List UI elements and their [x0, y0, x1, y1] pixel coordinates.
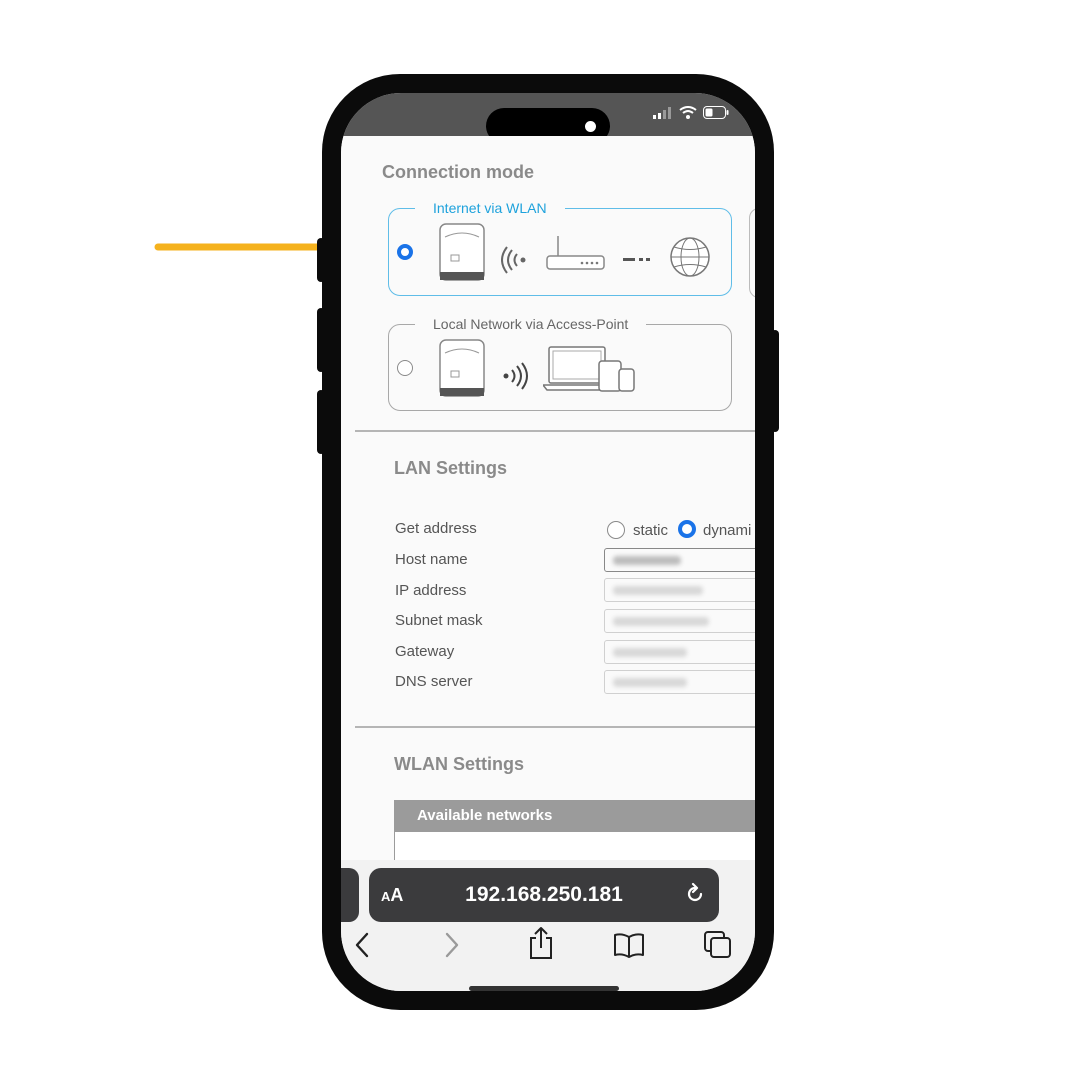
globe-icon [670, 237, 710, 277]
back-icon[interactable] [353, 932, 371, 958]
side-button-left-bottom [317, 390, 325, 454]
tabs-icon[interactable] [703, 930, 733, 960]
previous-tab-edge[interactable] [341, 868, 359, 922]
reload-icon[interactable] [683, 882, 707, 906]
camera-dot [585, 121, 596, 132]
subnet-mask-input[interactable] [604, 609, 755, 633]
divider-1 [355, 430, 755, 432]
dns-server-label: DNS server [395, 673, 473, 690]
cellular-signal-icon [653, 106, 671, 119]
host-name-input[interactable] [604, 548, 755, 572]
url-text: 192.168.250.181 [465, 883, 623, 906]
get-address-label: Get address [395, 520, 477, 537]
gateway-value-blurred [613, 648, 687, 657]
mode-option-access-point[interactable]: Local Network via Access-Point [388, 315, 732, 411]
wifi-status-icon [679, 106, 697, 119]
router-icon [546, 236, 605, 270]
mode-option-wlan-label: Internet via WLAN [415, 199, 565, 217]
forward-icon[interactable] [443, 932, 461, 958]
mode-option-wlan[interactable]: Internet via WLAN [388, 199, 732, 296]
wlan-settings-title: WLAN Settings [394, 754, 524, 774]
radio-static[interactable] [607, 521, 625, 539]
host-name-label: Host name [395, 551, 468, 568]
connection-mode-title: Connection mode [382, 162, 534, 182]
address-bar[interactable]: AA 192.168.250.181 [369, 868, 719, 922]
share-icon[interactable] [527, 926, 555, 960]
inverter-icon [439, 223, 485, 281]
devices-icon [543, 346, 635, 392]
static-option-label: static [633, 522, 669, 539]
side-button-left-top [317, 238, 325, 282]
home-indicator [469, 986, 619, 991]
web-content: Connection mode Internet via WLAN Local … [341, 136, 755, 872]
lan-settings-title: LAN Settings [394, 458, 508, 478]
wifi-waves-icon [503, 362, 528, 390]
dynamic-option-label: dynami [703, 522, 752, 539]
mode-option-access-point-label: Local Network via Access-Point [415, 315, 647, 333]
ip-address-value-blurred [613, 586, 703, 595]
phone-screen: Connection mode Internet via WLAN Local … [341, 93, 755, 991]
radio-dynamic[interactable] [678, 520, 696, 538]
available-networks-header: Available networks [394, 800, 755, 832]
inverter-icon [439, 339, 485, 397]
next-mode-box-edge [749, 208, 755, 298]
side-button-left-mid [317, 308, 325, 372]
wifi-waves-icon [501, 246, 526, 274]
radio-wlan[interactable] [397, 244, 413, 260]
status-bar [341, 93, 755, 144]
dns-server-input[interactable] [604, 670, 755, 694]
battery-icon [703, 106, 729, 119]
host-name-value-blurred [613, 556, 681, 565]
subnet-mask-label: Subnet mask [395, 612, 483, 629]
status-icons [653, 106, 729, 119]
gateway-label: Gateway [395, 643, 455, 660]
ip-address-input[interactable] [604, 578, 755, 602]
side-button-right [771, 330, 779, 432]
dns-server-value-blurred [613, 678, 687, 687]
radio-access-point[interactable] [397, 360, 413, 376]
browser-toolbar: AA 192.168.250.181 [341, 860, 755, 991]
divider-2 [355, 726, 755, 728]
bookmarks-icon[interactable] [613, 932, 645, 958]
gateway-input[interactable] [604, 640, 755, 664]
ip-address-label: IP address [395, 582, 467, 599]
connection-line-icon [623, 258, 650, 261]
subnet-mask-value-blurred [613, 617, 709, 626]
